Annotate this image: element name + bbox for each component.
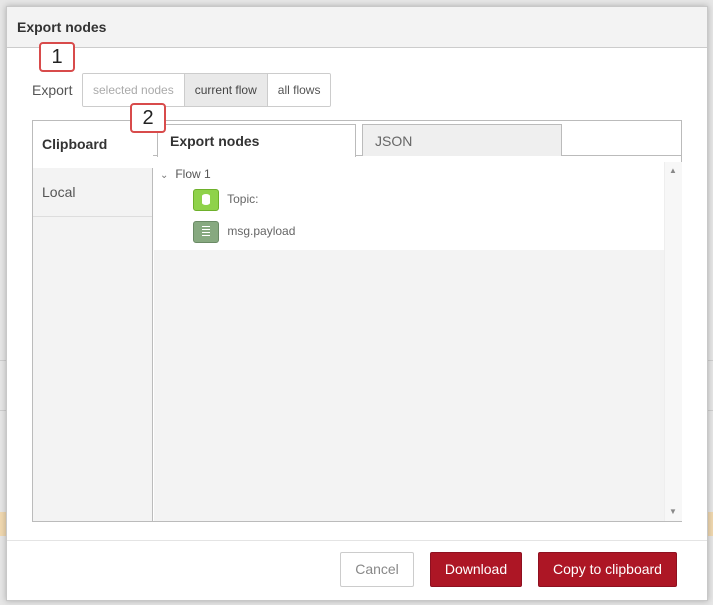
node-label: msg.payload bbox=[227, 224, 296, 239]
dialog-title: Export nodes bbox=[17, 19, 107, 35]
tree-scrollbar[interactable]: ▲ ▼ bbox=[664, 162, 682, 521]
footer-divider bbox=[7, 540, 707, 541]
chevron-down-icon[interactable]: ⌄ bbox=[160, 170, 172, 181]
destination-tabs: Clipboard Local bbox=[33, 121, 153, 521]
node-label: Topic: bbox=[227, 192, 259, 207]
flow-label: Flow 1 bbox=[175, 167, 211, 181]
dialog-titlebar: Export nodes bbox=[7, 7, 707, 48]
tab-export-nodes[interactable]: Export nodes bbox=[157, 124, 356, 157]
export-current-flow-button[interactable]: current flow bbox=[184, 74, 268, 106]
node-tree: ⌄ Flow 1 Topic: msg.payload bbox=[154, 162, 664, 250]
export-selected-nodes-button[interactable]: selected nodes bbox=[83, 74, 185, 106]
tree-node-row[interactable]: msg.payload bbox=[193, 221, 295, 243]
export-panel: Clipboard Local Export nodes JSON ⌄ Flow… bbox=[32, 120, 682, 522]
debug-list-icon bbox=[193, 221, 219, 243]
callout-2: 2 bbox=[130, 103, 166, 133]
tree-empty-area bbox=[154, 250, 664, 521]
cancel-button[interactable]: Cancel bbox=[340, 552, 414, 587]
tab-clipboard-label: Clipboard bbox=[42, 136, 108, 152]
copy-to-clipboard-button[interactable]: Copy to clipboard bbox=[538, 552, 677, 587]
export-scope-group: selected nodes current flow all flows bbox=[82, 73, 332, 107]
export-label: Export bbox=[32, 82, 73, 98]
tree-flow-row[interactable]: ⌄ Flow 1 bbox=[160, 167, 211, 181]
export-dialog: Export nodes Export selected nodes curre… bbox=[6, 6, 708, 601]
tab-json[interactable]: JSON bbox=[362, 124, 562, 156]
tab-local[interactable]: Local bbox=[33, 169, 152, 217]
database-icon bbox=[193, 189, 219, 211]
export-all-flows-button[interactable]: all flows bbox=[267, 74, 331, 106]
callout-1: 1 bbox=[39, 42, 75, 72]
tree-node-row[interactable]: Topic: bbox=[193, 189, 258, 211]
tab-export-nodes-label: Export nodes bbox=[170, 133, 260, 149]
download-button[interactable]: Download bbox=[430, 552, 522, 587]
view-tabs: Export nodes JSON bbox=[153, 121, 681, 157]
tab-local-label: Local bbox=[42, 184, 76, 200]
scroll-up-icon[interactable]: ▲ bbox=[669, 166, 677, 175]
scroll-down-icon[interactable]: ▼ bbox=[669, 507, 677, 516]
tab-json-label: JSON bbox=[375, 133, 413, 149]
